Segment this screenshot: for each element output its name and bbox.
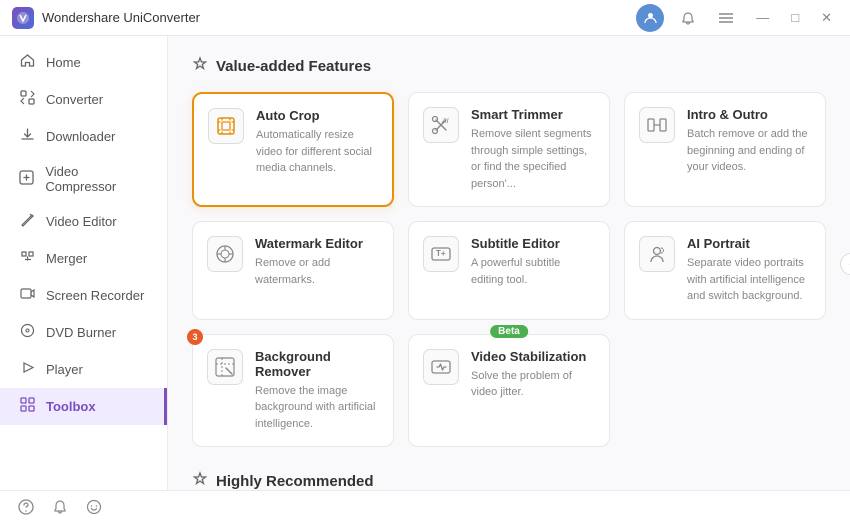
subtitle-content: Subtitle Editor A powerful subtitle edit… <box>471 236 595 288</box>
titlebar-controls: — □ ✕ <box>636 4 838 32</box>
smart-trimmer-desc: Remove silent segments through simple se… <box>471 126 595 192</box>
sidebar-item-dvd-label: DVD Burner <box>46 325 116 340</box>
svg-text:AI: AI <box>441 118 449 125</box>
bell-icon[interactable] <box>52 499 68 520</box>
subtitle-title: Subtitle Editor <box>471 236 595 251</box>
app-logo <box>12 7 34 29</box>
bg-remover-desc: Remove the image background with artific… <box>255 383 379 433</box>
sidebar-item-toolbox-label: Toolbox <box>46 399 96 414</box>
subtitle-card-icon: T+ <box>423 236 459 272</box>
intro-outro-title: Intro & Outro <box>687 107 811 122</box>
smart-trimmer-content: Smart Trimmer Remove silent segments thr… <box>471 107 595 192</box>
feature-card-bg-remover[interactable]: 3 Background Remover Remove the image ba… <box>192 334 394 448</box>
ai-portrait-card-icon <box>639 236 675 272</box>
user-icon[interactable] <box>636 4 664 32</box>
sidebar-item-dvd-burner[interactable]: DVD Burner <box>0 314 167 351</box>
bottom-bar <box>0 490 850 528</box>
auto-crop-card-content: Auto Crop Automatically resize video for… <box>256 108 378 177</box>
close-button[interactable]: ✕ <box>815 8 838 28</box>
converter-icon <box>18 90 36 109</box>
feature-card-subtitle[interactable]: T+ Subtitle Editor A powerful subtitle e… <box>408 221 610 320</box>
value-section-title: Value-added Features <box>192 56 826 76</box>
player-icon <box>18 360 36 379</box>
watermark-content: Watermark Editor Remove or add watermark… <box>255 236 379 288</box>
feature-card-stabilization[interactable]: Beta Video Stabilization Solve the probl… <box>408 334 610 448</box>
toolbox-icon <box>18 397 36 416</box>
smart-trimmer-title: Smart Trimmer <box>471 107 595 122</box>
merger-icon <box>18 249 36 268</box>
ai-portrait-desc: Separate video portraits with artificial… <box>687 255 811 305</box>
editor-icon <box>18 212 36 231</box>
main-content: Value-added Features Auto Crop Automatic… <box>168 36 850 490</box>
compressor-icon <box>18 170 35 189</box>
ai-portrait-title: AI Portrait <box>687 236 811 251</box>
app-body: Home Converter Downloader Video Compress… <box>0 36 850 490</box>
feature-card-auto-crop[interactable]: Auto Crop Automatically resize video for… <box>192 92 394 207</box>
stabilization-title: Video Stabilization <box>471 349 595 364</box>
sidebar-item-screen-recorder[interactable]: Screen Recorder <box>0 277 167 314</box>
value-feature-grid: Auto Crop Automatically resize video for… <box>192 92 826 447</box>
minimize-button[interactable]: — <box>750 8 775 27</box>
feature-card-intro-outro[interactable]: Intro & Outro Batch remove or add the be… <box>624 92 826 207</box>
feature-card-ai-portrait[interactable]: AI Portrait Separate video portraits wit… <box>624 221 826 320</box>
highly-section-title: Highly Recommended <box>192 471 826 490</box>
bg-remover-card-icon <box>207 349 243 385</box>
recorder-icon <box>18 286 36 305</box>
sidebar-item-player[interactable]: Player <box>0 351 167 388</box>
watermark-desc: Remove or add watermarks. <box>255 255 379 288</box>
sidebar-item-recorder-label: Screen Recorder <box>46 288 144 303</box>
auto-crop-card-icon <box>208 108 244 144</box>
help-icon[interactable] <box>18 499 34 520</box>
auto-crop-desc: Automatically resize video for different… <box>256 127 378 177</box>
sidebar: Home Converter Downloader Video Compress… <box>0 36 168 490</box>
smart-trimmer-card-icon: AI <box>423 107 459 143</box>
ai-portrait-content: AI Portrait Separate video portraits wit… <box>687 236 811 305</box>
auto-crop-title: Auto Crop <box>256 108 378 123</box>
sidebar-item-compressor-label: Video Compressor <box>45 164 149 194</box>
sidebar-item-player-label: Player <box>46 362 83 377</box>
menu-icon[interactable] <box>712 4 740 32</box>
sidebar-item-converter[interactable]: Converter <box>0 81 167 118</box>
sidebar-item-merger-label: Merger <box>46 251 87 266</box>
feature-card-smart-trimmer[interactable]: AI Smart Trimmer Remove silent segments … <box>408 92 610 207</box>
sidebar-item-editor-label: Video Editor <box>46 214 117 229</box>
maximize-button[interactable]: □ <box>785 8 805 27</box>
value-section-icon <box>192 56 208 76</box>
bg-remover-badge: 3 <box>187 329 203 345</box>
sidebar-item-video-compressor[interactable]: Video Compressor <box>0 155 167 203</box>
watermark-title: Watermark Editor <box>255 236 379 251</box>
feedback-icon[interactable] <box>86 499 102 520</box>
sidebar-item-home[interactable]: Home <box>0 44 167 81</box>
sidebar-item-downloader-label: Downloader <box>46 129 115 144</box>
intro-outro-desc: Batch remove or add the beginning and en… <box>687 126 811 176</box>
highly-section-icon <box>192 471 208 490</box>
stabilization-beta-badge: Beta <box>490 325 528 338</box>
intro-outro-card-icon <box>639 107 675 143</box>
notification-icon[interactable] <box>674 4 702 32</box>
intro-outro-content: Intro & Outro Batch remove or add the be… <box>687 107 811 176</box>
bg-remover-title: Background Remover <box>255 349 379 379</box>
watermark-card-icon <box>207 236 243 272</box>
bg-remover-content: Background Remover Remove the image back… <box>255 349 379 433</box>
sidebar-item-converter-label: Converter <box>46 92 103 107</box>
subtitle-desc: A powerful subtitle editing tool. <box>471 255 595 288</box>
home-icon <box>18 53 36 72</box>
sidebar-item-downloader[interactable]: Downloader <box>0 118 167 155</box>
stabilization-content: Video Stabilization Solve the problem of… <box>471 349 595 401</box>
stabilization-desc: Solve the problem of video jitter. <box>471 368 595 401</box>
sidebar-item-toolbox[interactable]: Toolbox <box>0 388 167 425</box>
sidebar-item-home-label: Home <box>46 55 81 70</box>
sidebar-item-merger[interactable]: Merger <box>0 240 167 277</box>
titlebar: Wondershare UniConverter — □ ✕ <box>0 0 850 36</box>
downloader-icon <box>18 127 36 146</box>
feature-card-watermark[interactable]: Watermark Editor Remove or add watermark… <box>192 221 394 320</box>
sidebar-item-video-editor[interactable]: Video Editor <box>0 203 167 240</box>
dvd-icon <box>18 323 36 342</box>
svg-text:T+: T+ <box>436 249 446 258</box>
stabilization-card-icon <box>423 349 459 385</box>
app-title: Wondershare UniConverter <box>42 10 628 25</box>
